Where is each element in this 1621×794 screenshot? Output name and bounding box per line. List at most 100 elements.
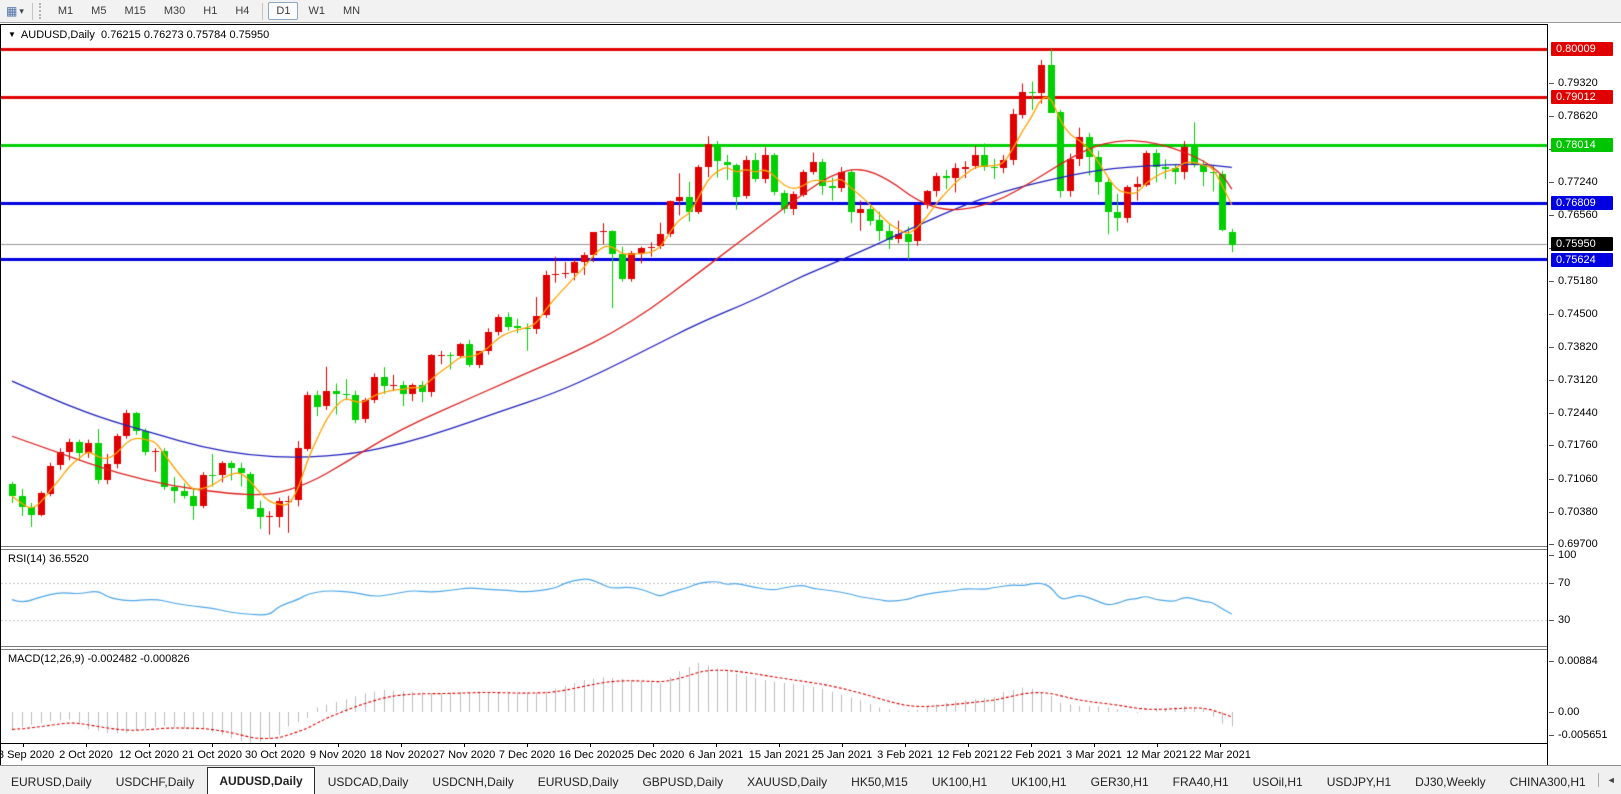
timeframe-mn[interactable]: MN: [335, 2, 368, 20]
price-tick-label: 0.70380: [1549, 506, 1621, 519]
tab-ger30-h1[interactable]: GER30,H1: [1080, 771, 1160, 794]
tick-dash-icon: [1549, 182, 1554, 184]
date-label: 9 Nov 2020: [309, 749, 367, 761]
tick-text: 0.74500: [1558, 307, 1598, 320]
tab-uk100-h1[interactable]: UK100,H1: [921, 771, 998, 794]
tick-dash-icon: [1549, 620, 1554, 621]
date-tick: [1220, 744, 1221, 747]
tab-dj30-weekly[interactable]: DJ30,Weekly: [1404, 771, 1496, 794]
tab-china300-h1[interactable]: CHINA300,H1: [1499, 771, 1597, 794]
symbol-tab-bar: EURUSD,Daily USDCHF,Daily AUDUSD,Daily USDC…: [0, 765, 1621, 794]
timeframe-d1[interactable]: D1: [268, 2, 299, 20]
date-label: 12 Feb 2021: [937, 749, 999, 761]
tick-dash-icon: [1549, 544, 1554, 546]
timeframe-m1[interactable]: M1: [50, 2, 81, 20]
date-tick: [968, 744, 969, 747]
date-tick: [86, 744, 87, 747]
chart-title: ▼ AUDUSD,Daily 0.76215 0.76273 0.75784 0.…: [8, 29, 269, 41]
tab-eurusd-daily[interactable]: EURUSD,Daily: [527, 771, 630, 794]
chart-tool-icon[interactable]: ▦: [6, 4, 17, 18]
price-scale[interactable]: 0.793200.786200.779400.772400.765600.758…: [1549, 24, 1621, 765]
tick-dash-icon: [1549, 555, 1554, 557]
macd-scale-label: 0.00884: [1549, 655, 1621, 668]
tick-dash-icon: [1549, 380, 1554, 382]
toolbar-separator: [262, 2, 264, 20]
chart-ohlc-values: 0.76215 0.76273 0.75784 0.75950: [101, 29, 270, 41]
timeframe-m15[interactable]: M15: [116, 2, 153, 20]
date-label: 6 Jan 2021: [688, 749, 744, 761]
timeframe-h1[interactable]: H1: [195, 2, 225, 20]
toolbar-grip[interactable]: [38, 3, 44, 19]
tab-hk50-m15[interactable]: HK50,M15: [840, 771, 919, 794]
tab-gbpusd-daily[interactable]: GBPUSD,Daily: [631, 771, 734, 794]
date-tick: [653, 744, 654, 747]
tick-text: 0.71060: [1558, 472, 1598, 485]
date-tick: [905, 744, 906, 747]
date-tick: [212, 744, 213, 747]
macd-pane-canvas[interactable]: [1, 650, 1547, 743]
date-tick: [23, 744, 24, 747]
macd-scale-label: -0.005651: [1549, 729, 1621, 742]
rsi-label: RSI(14) 36.5520: [8, 553, 89, 565]
rsi-scale-label: 30: [1549, 614, 1621, 627]
timeframe-w1[interactable]: W1: [300, 2, 333, 20]
tick-text: -0.005651: [1558, 729, 1608, 741]
tick-dash-icon: [1549, 478, 1554, 480]
chart-symbol-label: AUDUSD,Daily: [20, 29, 95, 41]
tick-dash-icon: [1549, 445, 1554, 447]
date-tick: [527, 744, 528, 747]
tick-text: 0.70380: [1558, 505, 1598, 518]
tick-dash-icon: [1549, 82, 1554, 84]
tab-usdchf-daily[interactable]: USDCHF,Daily: [105, 771, 206, 794]
tab-xauusd-daily[interactable]: XAUUSD,Daily: [736, 771, 838, 794]
date-tick: [1094, 744, 1095, 747]
tab-usoil-h1[interactable]: USOil,H1: [1242, 771, 1314, 794]
tick-text: 100: [1558, 549, 1577, 562]
tick-dash-icon: [1549, 583, 1554, 584]
date-label: 25 Jan 2021: [811, 749, 873, 761]
tab-usdcad-daily[interactable]: USDCAD,Daily: [317, 771, 420, 794]
tick-dash-icon: [1549, 281, 1554, 283]
price-chart-canvas[interactable]: [1, 25, 1547, 546]
tab-eurusd-daily[interactable]: EURUSD,Daily: [0, 771, 103, 794]
date-tick: [275, 744, 276, 747]
date-label: 27 Nov 2020: [432, 749, 496, 761]
timeframe-m5[interactable]: M5: [83, 2, 114, 20]
chart-area: ▼ AUDUSD,Daily 0.76215 0.76273 0.75784 0.…: [0, 24, 1548, 765]
macd-scale-label: 0.00: [1549, 706, 1621, 719]
date-label: 21 Oct 2020: [182, 749, 242, 761]
tick-dash-icon: [1549, 660, 1554, 662]
tick-text: 0.00884: [1558, 654, 1598, 667]
timeframe-m30[interactable]: M30: [156, 2, 193, 20]
tick-dash-icon: [1549, 735, 1554, 736]
date-tick: [842, 744, 843, 747]
dropdown-caret-icon[interactable]: ▾: [19, 6, 24, 17]
tick-text: 0.73120: [1558, 374, 1598, 387]
date-tick: [716, 744, 717, 747]
tick-dash-icon: [1549, 511, 1554, 513]
tick-dash-icon: [1549, 313, 1554, 315]
scroll-left-button[interactable]: ◄: [1600, 775, 1621, 785]
tab-fra40-h1[interactable]: FRA40,H1: [1162, 771, 1240, 794]
timeframe-h4[interactable]: H4: [227, 2, 257, 20]
tick-text: 0.00: [1558, 706, 1580, 718]
date-label: 7 Dec 2020: [498, 749, 556, 761]
tab-uk100-h1[interactable]: UK100,H1: [1000, 771, 1077, 794]
price-badge: 0.75950: [1551, 237, 1613, 252]
date-tick: [1157, 744, 1158, 747]
tab-usdcnh-daily[interactable]: USDCNH,Daily: [421, 771, 524, 794]
tick-text: 30: [1558, 614, 1571, 626]
tab-usdjpy-h1[interactable]: USDJPY,H1: [1316, 771, 1402, 794]
date-tick: [779, 744, 780, 747]
date-label: 12 Oct 2020: [119, 749, 179, 761]
tick-text: 0.78620: [1558, 110, 1598, 123]
collapse-triangle-icon[interactable]: ▼: [8, 30, 16, 39]
tick-dash-icon: [1549, 712, 1554, 713]
rsi-pane-canvas[interactable]: [1, 550, 1547, 646]
toolbar-separator: [31, 2, 33, 20]
date-label: 30 Oct 2020: [245, 749, 305, 761]
tab-audusd-daily[interactable]: AUDUSD,Daily: [207, 767, 315, 794]
price-tick-label: 0.74500: [1549, 308, 1621, 321]
tick-dash-icon: [1549, 214, 1554, 216]
date-axis[interactable]: 23 Sep 2020 2 Oct 2020 12 Oct 202021 Oct 2…: [0, 743, 1547, 765]
